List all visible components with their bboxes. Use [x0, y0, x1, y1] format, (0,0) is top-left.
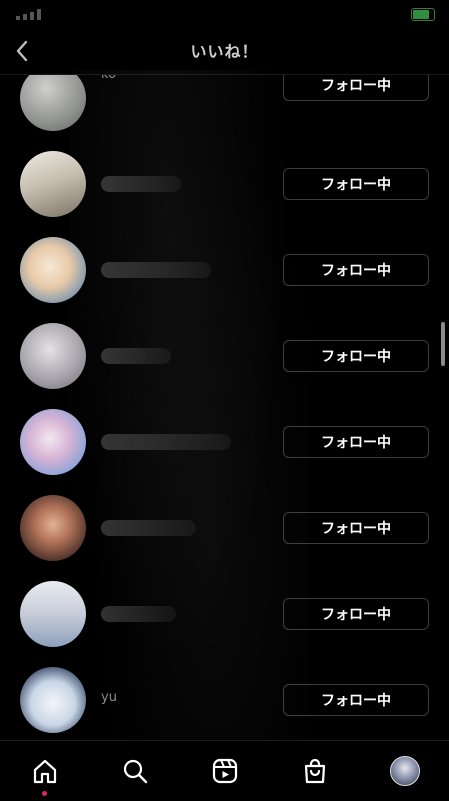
list-item: フォロー中: [0, 489, 449, 575]
avatar[interactable]: [20, 237, 86, 303]
signal-icon: [16, 8, 56, 20]
list-item: フォロー中: [0, 317, 449, 403]
following-button[interactable]: フォロー中: [283, 684, 429, 716]
tab-reels[interactable]: [205, 751, 245, 791]
avatar[interactable]: [20, 667, 86, 733]
avatar[interactable]: [20, 75, 86, 131]
notification-dot: [42, 791, 47, 796]
home-icon: [33, 759, 57, 784]
shop-icon: [304, 758, 326, 784]
following-button[interactable]: フォロー中: [283, 340, 429, 372]
tab-search[interactable]: [115, 751, 155, 791]
avatar[interactable]: [20, 151, 86, 217]
bottom-tab-bar: [0, 740, 449, 801]
username[interactable]: ko: [101, 75, 116, 82]
avatar[interactable]: [20, 581, 86, 647]
page-title: いいね！: [190, 42, 259, 61]
username-blurred[interactable]: [101, 262, 211, 278]
tab-profile[interactable]: [385, 751, 425, 791]
username-blurred[interactable]: [101, 348, 171, 364]
list-item: フォロー中: [0, 403, 449, 489]
username-blurred[interactable]: [101, 176, 181, 192]
scrollbar[interactable]: [441, 322, 445, 366]
username-blurred[interactable]: [101, 434, 231, 450]
tab-home[interactable]: [25, 751, 65, 791]
list-item: フォロー中: [0, 231, 449, 317]
following-button[interactable]: フォロー中: [283, 598, 429, 630]
list-item: yu フォロー中: [0, 661, 449, 739]
avatar[interactable]: [20, 495, 86, 561]
battery-icon: [411, 8, 435, 21]
following-button[interactable]: フォロー中: [283, 426, 429, 458]
status-bar: [0, 0, 449, 28]
username-blurred[interactable]: [101, 606, 176, 622]
following-button[interactable]: フォロー中: [283, 168, 429, 200]
list-item: フォロー中: [0, 575, 449, 661]
search-icon: [123, 759, 148, 784]
following-button[interactable]: フォロー中: [283, 75, 429, 101]
tab-shop[interactable]: [295, 751, 335, 791]
reels-icon: [212, 758, 238, 784]
avatar[interactable]: [20, 323, 86, 389]
list-item: フォロー中: [0, 145, 449, 231]
username-blurred[interactable]: [101, 520, 196, 536]
following-button[interactable]: フォロー中: [283, 254, 429, 286]
likes-list: ko フォロー中 フォロー中 フォロー中 フォロー中 フォロー中 フォロー中 フ…: [0, 75, 449, 739]
username[interactable]: yu: [101, 690, 117, 705]
header: いいね！: [0, 28, 449, 75]
list-item: ko フォロー中: [0, 75, 449, 147]
avatar[interactable]: [20, 409, 86, 475]
profile-avatar: [390, 756, 420, 786]
following-button[interactable]: フォロー中: [283, 512, 429, 544]
